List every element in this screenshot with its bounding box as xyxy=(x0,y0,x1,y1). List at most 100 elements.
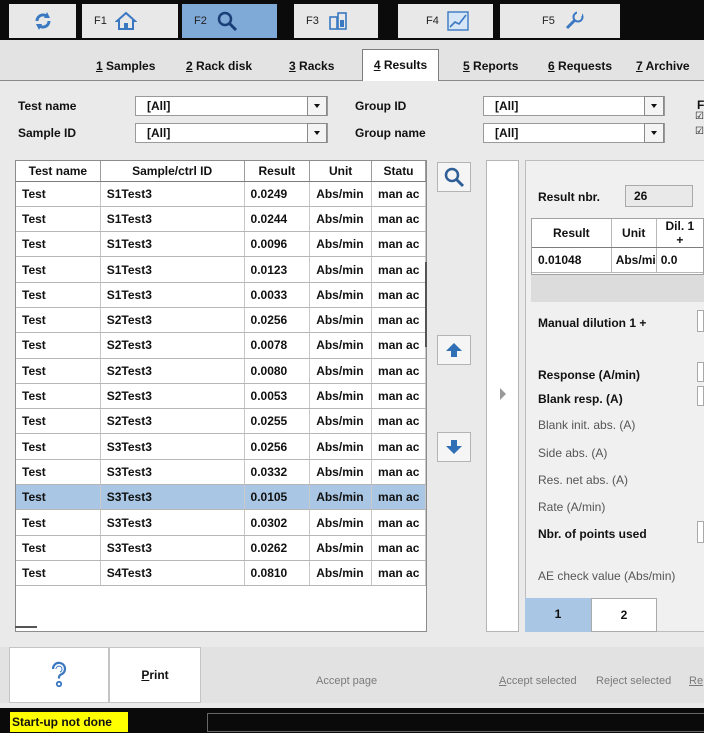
cell-sample-id: S1Test3 xyxy=(100,181,245,207)
cell-status: man ac xyxy=(371,206,426,233)
action-bar: Print Accept page Accept selected Reject… xyxy=(0,647,704,703)
cell-status: man ac xyxy=(371,535,426,561)
blank-resp-label: Blank resp. (A) xyxy=(538,392,623,406)
zoom-button[interactable] xyxy=(437,162,471,192)
cell-unit: Abs/min xyxy=(309,332,373,359)
chevron-down-icon[interactable] xyxy=(644,123,664,143)
cell-unit: Abs/min xyxy=(309,383,373,410)
manual-dilution-input[interactable] xyxy=(697,310,704,332)
magnifier-icon xyxy=(444,167,465,188)
chevron-down-icon[interactable] xyxy=(307,123,327,143)
filter-checkbox-1[interactable]: ☑ xyxy=(695,111,704,122)
test-name-value: [All] xyxy=(147,99,171,113)
expand-arrow-icon[interactable] xyxy=(499,387,507,401)
sub-col-unit: Unit xyxy=(611,219,657,248)
cell-sample-id: S2Test3 xyxy=(100,383,245,410)
tab-requests[interactable]: 6 Requests xyxy=(548,52,612,80)
accept-selected-button[interactable]: Accept selected xyxy=(499,675,577,687)
blank-resp-value xyxy=(697,386,704,406)
print-button[interactable]: Print xyxy=(109,647,201,703)
table-row[interactable]: Test S3Test3 0.0332 Abs/min man ac xyxy=(16,459,426,486)
tab-reports[interactable]: 5 Reports xyxy=(463,52,518,80)
cell-status: man ac xyxy=(371,358,426,384)
f2-search-button[interactable]: F2 xyxy=(182,4,277,38)
cell-sample-id: S2Test3 xyxy=(100,332,245,359)
col-status[interactable]: Statu xyxy=(371,161,426,182)
reject-selected-button[interactable]: Reject selected xyxy=(596,675,671,687)
f5-service-button[interactable]: F5 xyxy=(500,4,620,38)
cell-test-name: Test xyxy=(16,408,101,435)
cell-sample-id: S3Test3 xyxy=(100,509,245,536)
cell-sample-id: S1Test3 xyxy=(100,206,245,233)
col-result[interactable]: Result xyxy=(244,161,311,182)
cell-result: 0.0123 xyxy=(244,256,311,283)
table-row[interactable]: Test S2Test3 0.0255 Abs/min man ac xyxy=(16,408,426,435)
cell-sample-id: S1Test3 xyxy=(100,231,245,258)
col-sample-id[interactable]: Sample/ctrl ID xyxy=(100,161,245,182)
cell-status: man ac xyxy=(371,383,426,410)
table-vertical-scrollbar[interactable] xyxy=(425,262,427,347)
test-name-select[interactable]: [All] xyxy=(135,96,328,116)
cell-sample-id: S3Test3 xyxy=(100,484,245,511)
table-row[interactable]: Test S1Test3 0.0123 Abs/min man ac xyxy=(16,256,426,283)
sample-id-select[interactable]: [All] xyxy=(135,123,328,143)
status-bar: Start-up not done xyxy=(0,708,704,733)
table-row[interactable]: Test S2Test3 0.0078 Abs/min man ac xyxy=(16,332,426,359)
cell-status: man ac xyxy=(371,256,426,283)
table-row[interactable]: Test S2Test3 0.0080 Abs/min man ac xyxy=(16,358,426,384)
move-up-button[interactable] xyxy=(437,335,471,365)
cell-unit: Abs/min xyxy=(309,231,373,258)
nbr-points-value xyxy=(697,521,704,543)
tab-racks[interactable]: 3 Racks xyxy=(289,52,334,80)
col-test-name[interactable]: Test name xyxy=(16,161,101,182)
f4-key-label: F4 xyxy=(426,15,439,27)
accept-page-button[interactable]: Accept page xyxy=(316,675,377,687)
group-id-select[interactable]: [All] xyxy=(483,96,665,116)
f1-home-button[interactable]: F1 xyxy=(82,4,178,38)
sub-dilution-value: 0.0 xyxy=(656,247,703,274)
detail-page-tab-2[interactable]: 2 xyxy=(591,598,657,632)
table-row[interactable]: Test S1Test3 0.0033 Abs/min man ac xyxy=(16,282,426,308)
test-name-label: Test name xyxy=(18,99,77,113)
detail-page-tab-1[interactable]: 1 xyxy=(525,598,591,632)
f3-reagents-button[interactable]: F3 xyxy=(294,4,378,38)
chevron-down-icon[interactable] xyxy=(644,96,664,116)
cell-unit: Abs/min xyxy=(309,560,373,587)
table-row[interactable]: Test S1Test3 0.0249 Abs/min man ac xyxy=(16,181,426,207)
cell-unit: Abs/min xyxy=(309,256,373,283)
table-row[interactable]: Test S2Test3 0.0256 Abs/min man ac xyxy=(16,307,426,334)
tab-samples[interactable]: 1 Samples xyxy=(96,52,155,80)
panel-splitter[interactable] xyxy=(486,160,519,632)
cell-result: 0.0810 xyxy=(244,560,311,587)
cut-off-action-button[interactable]: Re xyxy=(689,675,703,687)
table-horizontal-scrollbar[interactable] xyxy=(15,626,37,628)
result-nbr-value: 26 xyxy=(625,185,693,207)
group-name-select[interactable]: [All] xyxy=(483,123,665,143)
cell-sample-id: S2Test3 xyxy=(100,408,245,435)
blank-init-abs-label: Blank init. abs. (A) xyxy=(538,418,636,432)
table-row[interactable]: Test S1Test3 0.0244 Abs/min man ac xyxy=(16,206,426,233)
table-row[interactable]: Test S4Test3 0.0810 Abs/min man ac xyxy=(16,560,426,587)
table-row[interactable]: Test S3Test3 0.0105 Abs/min man ac xyxy=(16,484,426,511)
table-row[interactable]: Test S3Test3 0.0256 Abs/min man ac xyxy=(16,433,426,460)
table-row[interactable]: Test S1Test3 0.0096 Abs/min man ac xyxy=(16,231,426,258)
tab-archive[interactable]: 7 Archive xyxy=(636,52,690,80)
f4-graph-button[interactable]: F4 xyxy=(398,4,493,38)
col-unit[interactable]: Unit xyxy=(309,161,373,182)
tab-results[interactable]: 4 Results xyxy=(362,49,439,81)
move-down-button[interactable] xyxy=(437,432,471,462)
refresh-button[interactable] xyxy=(9,4,76,38)
results-table[interactable]: Test name Sample/ctrl ID Result Unit Sta… xyxy=(15,160,427,632)
cell-result: 0.0249 xyxy=(244,181,311,207)
table-row[interactable]: Test S3Test3 0.0302 Abs/min man ac xyxy=(16,509,426,536)
table-row[interactable]: Test S3Test3 0.0262 Abs/min man ac xyxy=(16,535,426,561)
graph-icon xyxy=(447,11,469,31)
detail-page-tabs: 1 2 xyxy=(525,598,704,632)
filter-checkbox-2[interactable]: ☑ xyxy=(695,126,704,137)
cell-status: man ac xyxy=(371,459,426,486)
result-nbr-label: Result nbr. xyxy=(538,190,601,204)
table-row[interactable]: Test S2Test3 0.0053 Abs/min man ac xyxy=(16,383,426,410)
chevron-down-icon[interactable] xyxy=(307,96,327,116)
help-button[interactable] xyxy=(9,647,109,703)
tab-rack-disk[interactable]: 2 Rack disk xyxy=(186,52,252,80)
